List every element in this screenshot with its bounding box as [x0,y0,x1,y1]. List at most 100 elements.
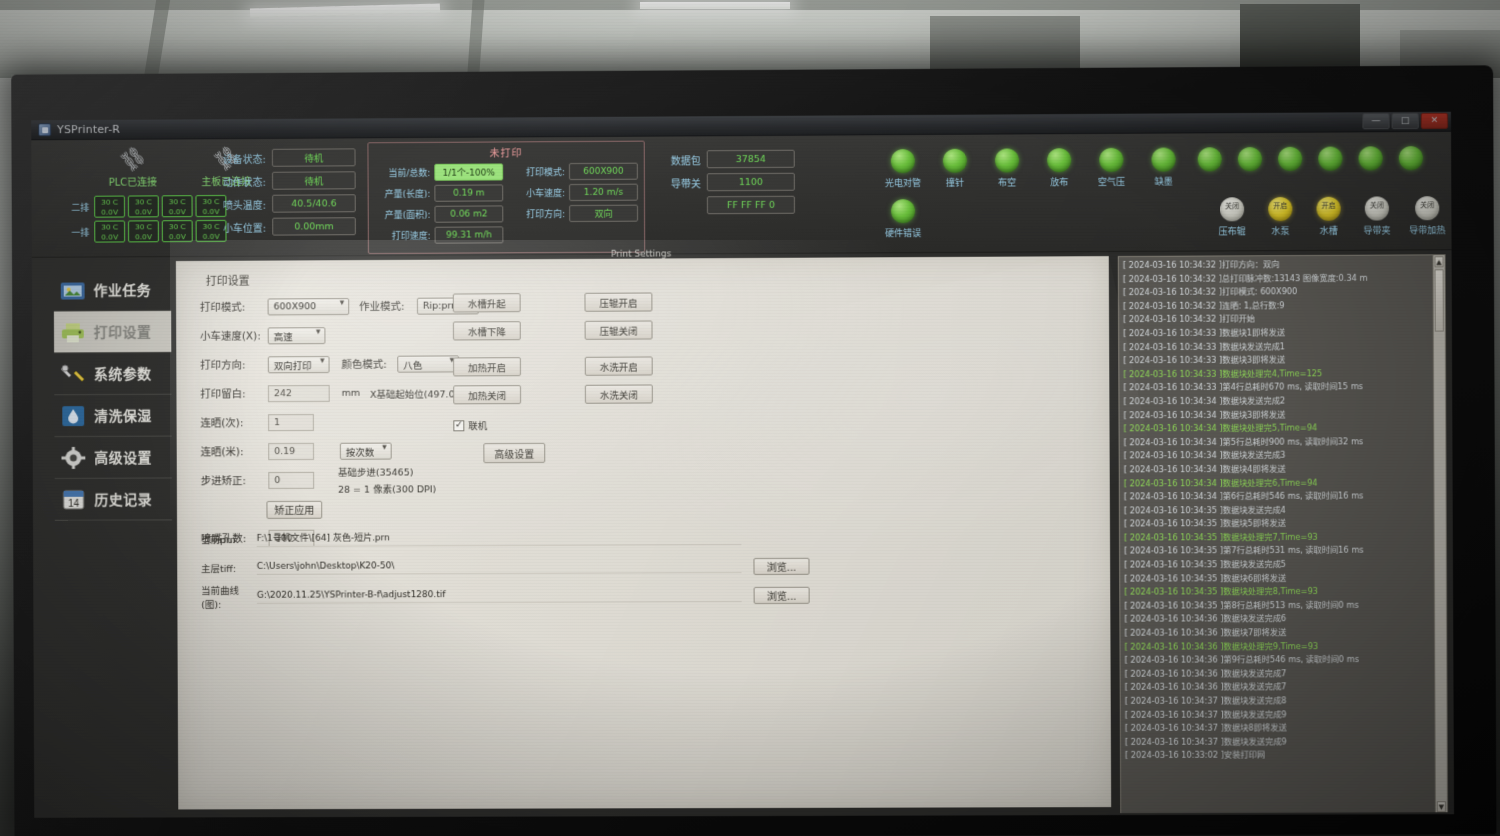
print-direction-label: 打印方向: [526,210,566,221]
tank-heat-button-group: 水槽升起 水槽下降 加热开启 加热关闭 [452,293,522,405]
status-bar: ⛓ PLC已连接 ⛓ 主板已连接 二排 30 C 0.0V 30 C 0.0V 30… [31,131,1454,258]
print-margin-label: 打印留白: [200,388,246,401]
log-line: [ 2024-03-16 10:34:37 ]数据块发送完成9 [1124,708,1287,720]
window-title: YSPrinter-R [57,122,121,137]
photographed-monitor-scene: YSPrinter-R — □ ✕ ⛓ PLC已连接 ⛓ 主板已连接 二排 30… [0,0,1500,836]
color-mode-label: 颜色模式: [341,358,387,371]
sidebar-item-advanced[interactable]: 高级设置 [54,436,172,479]
switch-belt-clamp[interactable]: 关闭 导带夹 [1353,196,1401,237]
scroll-up-icon[interactable]: ▲ [1434,256,1444,268]
carriage-position-row: 小车位置: 0.00mm [209,217,356,236]
scroll-down-icon[interactable]: ▼ [1436,801,1446,813]
log-line: [ 2024-03-16 10:34:35 ]数据块5即将发送 [1123,518,1286,529]
lamp-extra-3 [1270,146,1310,171]
lamp-ink-empty: 缺墨 [1137,147,1189,188]
tiff-browse-button[interactable]: 浏览... [753,557,810,575]
lamp-cloth-empty: 布空 [981,148,1033,189]
window-controls: — □ ✕ [1362,112,1449,130]
hex-row: FF FF FF 0 [657,195,795,215]
apply-correction-button[interactable]: 矫正应用 [266,500,323,519]
output-area-label: 产量(面积): [384,210,431,222]
log-line: [ 2024-03-16 10:34:33 ]数据块3即将发送 [1123,354,1286,366]
roller-on-button[interactable]: 压辊开启 [584,292,653,312]
curve-path-label: 当前曲线(图): [201,585,240,611]
lamp-indicator [942,148,968,173]
close-button[interactable]: ✕ [1420,112,1449,129]
print-speed-value: 99.31 m/h [434,226,504,244]
lamp-state-text: 关闭 [1369,201,1384,210]
log-scroll-thumb[interactable] [1434,269,1444,332]
print-direction-select[interactable]: 双向打印 [267,356,330,374]
repeat-count-input[interactable]: 1 [268,413,314,432]
sidebar-item-print-settings[interactable]: 打印设置 [53,310,172,354]
data-packet-value: 37854 [706,149,795,169]
action-status-value: 待机 [271,171,356,190]
step-correct-field-row: 步进矫正: 0 基础步进(35465) 28 = 1 像素(300 DPI) [201,464,520,495]
sidebar-item-jobs[interactable]: 作业任务 [53,269,172,312]
lamp-photoelectric: 光电对管 [877,149,929,189]
lamp-label: 放布 [1050,178,1069,189]
tank-raise-button[interactable]: 水槽升起 [452,293,521,313]
voltage-cell-temp: 30 C [168,197,186,207]
lamp-indicator [1151,147,1176,172]
step-correct-input[interactable]: 0 [268,471,315,490]
lamp-indicator [890,199,916,224]
lamp-label: 撞针 [945,178,965,189]
sidebar-item-clean-moisture[interactable]: 清洗保湿 [54,394,172,438]
print-mode-label: 打印模式: [525,168,565,179]
sidebar-item-label: 打印设置 [93,324,152,341]
lamp-extra-4 [1310,146,1350,171]
step-notes: 基础步进(35465) 28 = 1 像素(300 DPI) [338,464,436,495]
maximize-button[interactable]: □ [1391,112,1419,130]
advanced-settings-button[interactable]: 高级设置 [483,442,546,464]
carriage-speed-select[interactable]: 高速 [267,327,326,345]
application-screen: YSPrinter-R — □ ✕ ⛓ PLC已连接 ⛓ 主板已连接 二排 30… [31,111,1455,818]
current-prn-row: 当前prn: F:\1号机文件\[64] 灰色-短片.prn [201,526,810,550]
lamp-indicator [1237,146,1263,172]
print-margin-input[interactable]: 242 [267,384,330,403]
online-checkbox[interactable]: ✓ 联机 [453,417,703,432]
switch-water-tank[interactable]: 开启 水槽 [1304,196,1352,237]
sidebar-item-label: 历史记录 [94,492,153,509]
color-mode-select[interactable]: 八色 [397,355,460,373]
roller-off-button[interactable]: 压辊关闭 [584,320,653,340]
lamp-label: 布空 [998,178,1017,189]
wash-on-button[interactable]: 水洗开启 [584,356,653,376]
log-line: [ 2024-03-16 10:34:34 ]第5行总耗时900 ms, 读取时… [1123,436,1364,448]
current-total-value: 1/1个-100% [434,163,504,181]
tank-lower-button[interactable]: 水槽下降 [452,321,521,341]
printer-icon [58,318,88,346]
repeat-meter-input[interactable]: 0.19 [268,442,315,461]
switch-belt-heat[interactable]: 关闭 导带加热 [1401,196,1454,236]
repeat-mode-select[interactable]: 按次数 [339,442,392,460]
voltage-cell-temp: 30 C [134,222,152,232]
heat-on-button[interactable]: 加热开启 [453,357,521,377]
current-total-label: 当前/总数: [388,168,431,180]
log-line: [ 2024-03-16 10:34:34 ]数据块处理完5,Time=94 [1123,422,1318,434]
lamp-label: 空气压 [1097,177,1126,189]
sidebar-item-system-params[interactable]: 系统参数 [54,352,172,396]
voltage-cell: 30 C 0.0V [94,220,126,243]
carriage-speed-row: 小车速度: 1.20 m/s [507,183,638,202]
switch-press-roller[interactable]: 关闭 压布辊 [1208,197,1256,237]
minimize-button[interactable]: — [1362,113,1390,130]
sidebar-item-history[interactable]: 14 历史记录 [54,478,173,521]
curve-browse-button[interactable]: 浏览... [753,586,810,604]
tiff-path-row: 主层tiff: C:\Users\john\Desktop\K20-50\ 浏览… [201,555,810,579]
device-status-value: 待机 [271,148,356,167]
voltage-cell-temp: 30 C [134,197,152,207]
voltage-cell-temp: 30 C [101,222,119,232]
log-line: [ 2024-03-16 10:34:36 ]数据块发送完成7 [1124,668,1287,679]
log-scrollbar[interactable]: ▲ ▼ [1432,255,1447,814]
wash-off-button[interactable]: 水洗关闭 [584,384,653,404]
voltage-row-label: 一排 [71,228,90,239]
lamp-indicator: 关闭 [1364,196,1390,221]
apply-correction-row: 矫正应用 [201,496,520,522]
lamp-indicator [1197,147,1222,172]
svg-text:14: 14 [68,498,80,509]
heat-off-button[interactable]: 加热关闭 [453,385,522,405]
print-mode-select[interactable]: 600X900 [267,298,350,316]
output-area-row: 产量(面积): 0.06 m2 [373,205,504,223]
switch-water-pump[interactable]: 开启 水泵 [1256,196,1304,237]
log-lines-container: [ 2024-03-16 10:34:32 ]打印方向：双向 [ 2024-03… [1123,257,1433,763]
